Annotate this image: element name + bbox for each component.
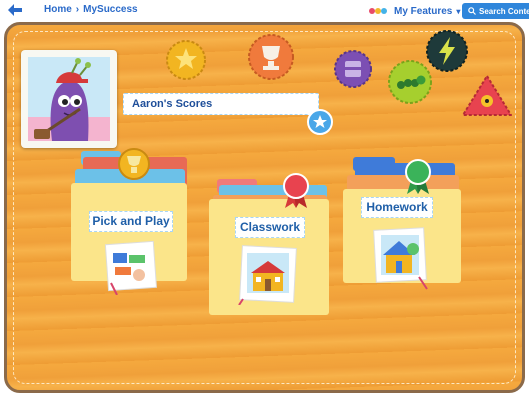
my-features-label: My Features — [394, 5, 453, 17]
folder-label: Classwork — [235, 217, 305, 238]
purple-monster-avatar-icon — [28, 58, 110, 141]
scores-title-bar: Aaron's Scores — [123, 93, 319, 115]
caterpillar-badge-icon[interactable] — [387, 59, 433, 105]
folder-homework[interactable]: Homework — [341, 153, 465, 293]
breadcrumb-home-link[interactable]: Home — [44, 4, 72, 15]
search-label: Search Conte — [479, 6, 529, 16]
search-button[interactable]: Search Conte — [462, 3, 529, 19]
features-icon — [369, 8, 387, 14]
trophy-badge-icon[interactable] — [247, 33, 295, 81]
folder-label: Pick and Play — [89, 211, 173, 232]
folder-pick-and-play[interactable]: Pick and Play — [69, 147, 193, 295]
avatar-background — [28, 57, 110, 141]
schoolhouse-icon — [238, 245, 297, 305]
folder-label: Homework — [361, 197, 433, 218]
bug-triangle-badge-icon[interactable] — [461, 73, 513, 119]
breadcrumb: Home › MySuccess — [44, 4, 138, 15]
my-features-menu[interactable]: My Features ▾ — [368, 3, 460, 19]
ribbon-badge-icon — [283, 173, 309, 208]
book-badge-icon[interactable] — [333, 49, 373, 89]
trophy-badge-icon — [118, 148, 150, 180]
star-badge-icon[interactable] — [165, 39, 207, 81]
breadcrumb-separator: › — [75, 4, 80, 15]
search-icon — [468, 7, 476, 15]
top-bar: Home › MySuccess My Features ▾ Search Cont… — [0, 0, 529, 22]
house-icon — [373, 227, 428, 290]
mysuccess-board: Aaron's Scores Pick and Play Classwork H… — [4, 22, 525, 393]
small-star-badge-icon[interactable] — [307, 109, 333, 135]
green-ribbon-badge-icon — [405, 159, 431, 194]
page-title: Aaron's Scores — [132, 98, 213, 110]
avatar[interactable] — [21, 50, 117, 148]
breadcrumb-current[interactable]: MySuccess — [83, 4, 137, 15]
folder-classwork[interactable]: Classwork — [207, 173, 335, 319]
chevron-down-icon: ▾ — [456, 6, 461, 16]
pick-and-play-icon — [105, 241, 158, 295]
back-arrow-icon[interactable] — [6, 3, 24, 17]
